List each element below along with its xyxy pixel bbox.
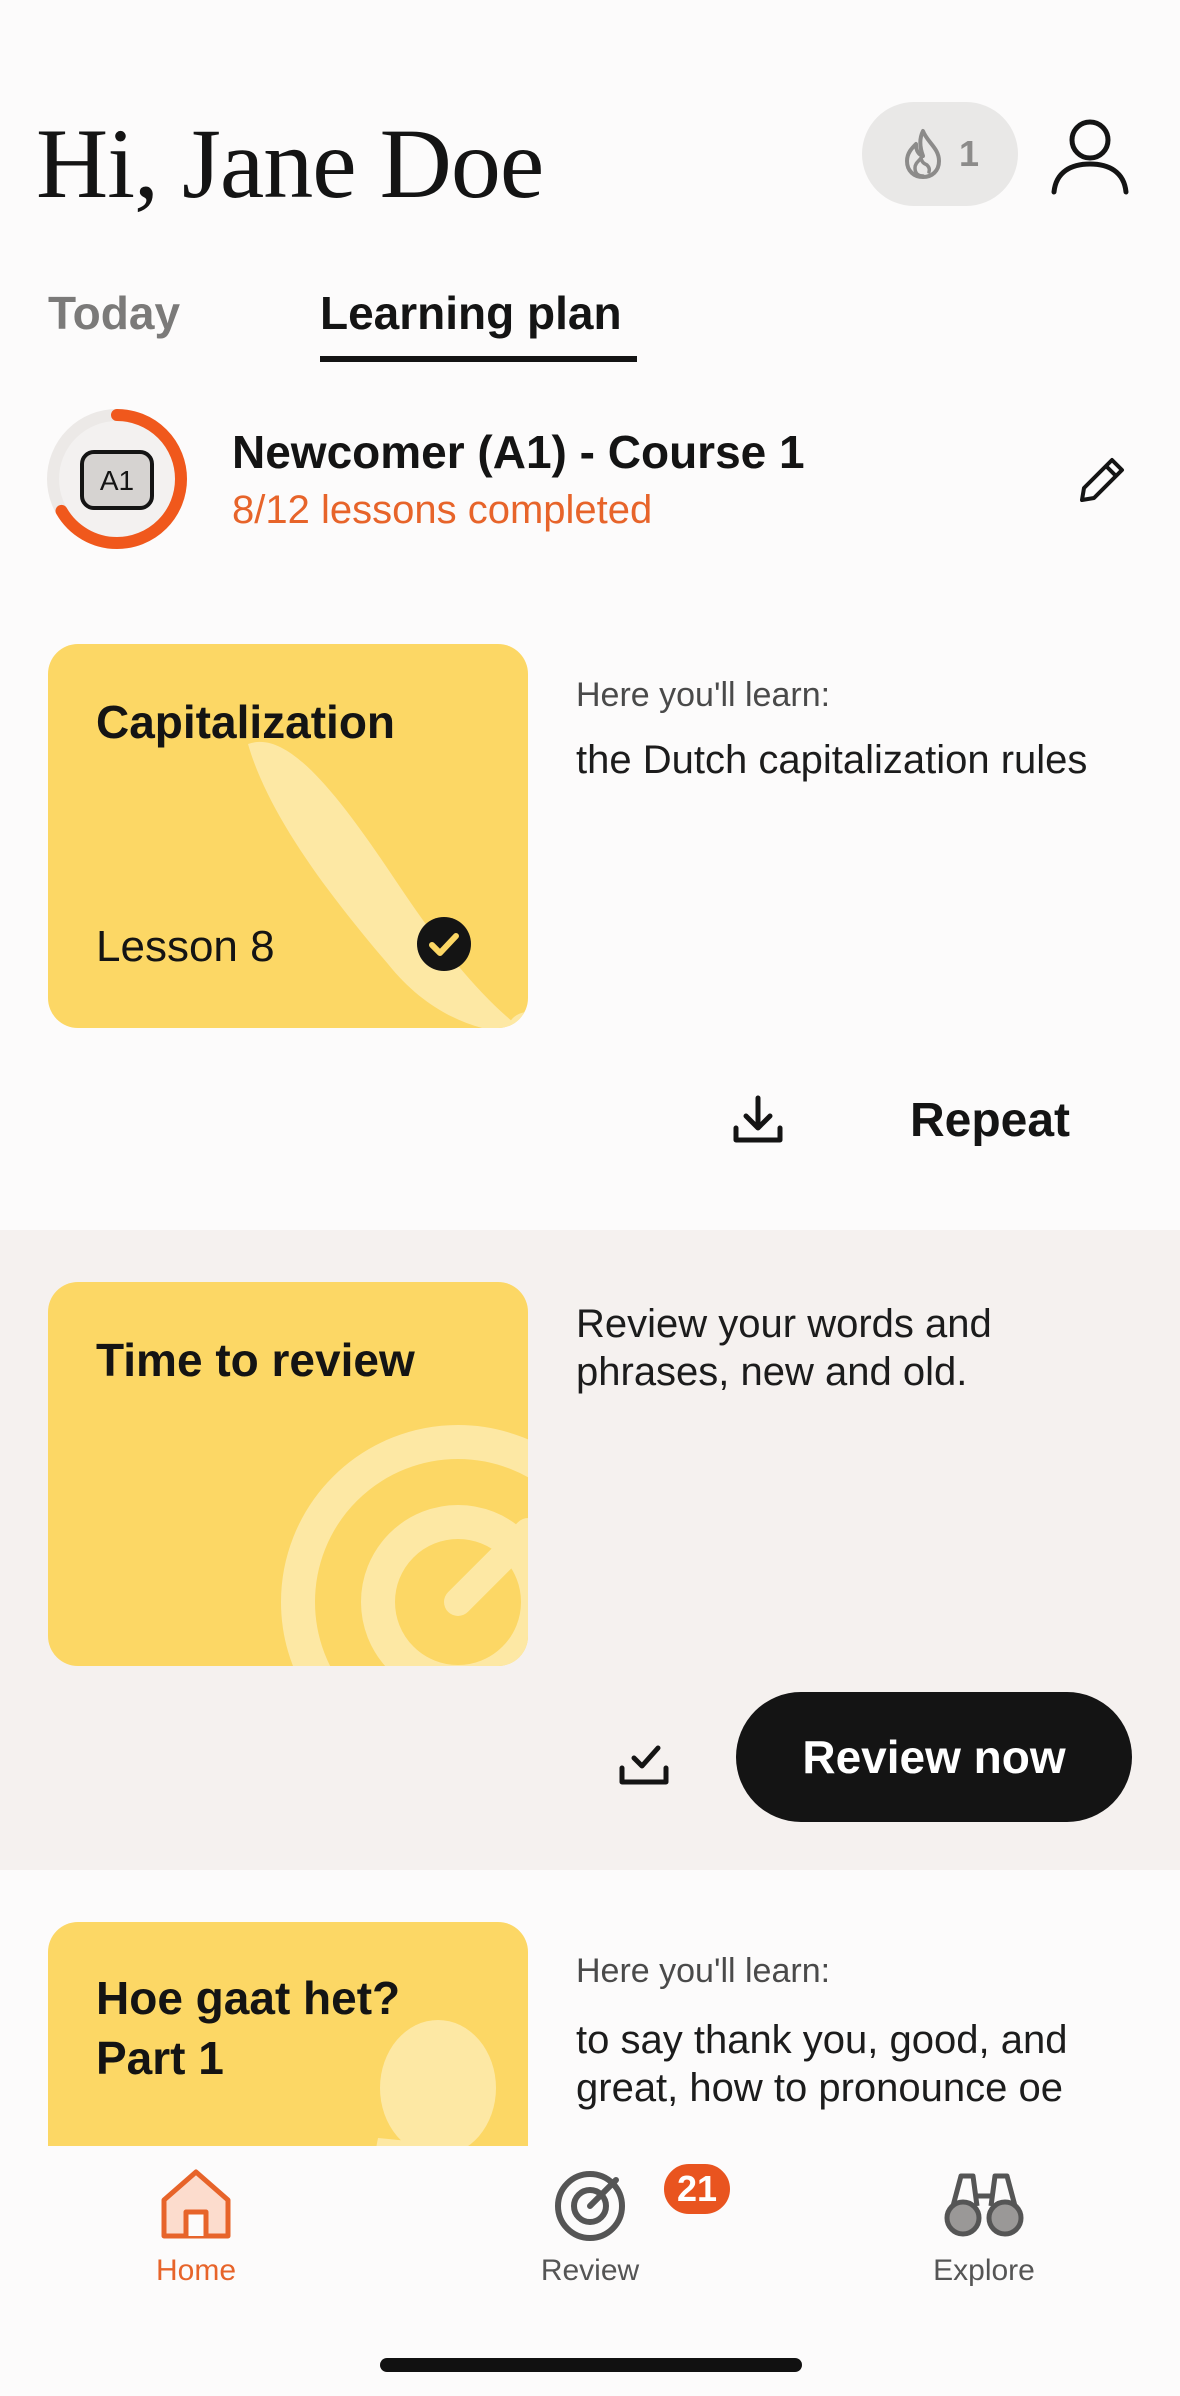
review-card[interactable]: Time to review: [48, 1282, 528, 1666]
course-progress-ring[interactable]: A1: [44, 406, 190, 552]
home-indicator: [380, 2358, 802, 2372]
active-tab-indicator: [320, 356, 637, 362]
review-now-button[interactable]: Review now: [736, 1692, 1132, 1822]
review-card-title: Time to review: [96, 1334, 415, 1386]
flame-icon: [904, 129, 941, 179]
nav-home-label: Home: [155, 2254, 237, 2287]
edit-course-button[interactable]: [1070, 448, 1134, 512]
learn-description: the Dutch capitalization rules: [576, 738, 1088, 782]
check-tray-icon: [619, 1745, 669, 1785]
course-title: Newcomer (A1) - Course 1: [232, 426, 805, 478]
nav-home[interactable]: Home: [96, 2166, 296, 2288]
lesson-title: Hoe gaat het? Part 1: [96, 1972, 401, 2084]
target-icon: [555, 2171, 625, 2241]
review-count-badge: 21: [660, 2160, 734, 2218]
course-progress-text: 8/12 lessons completed: [232, 488, 653, 532]
completed-check-icon: [417, 917, 471, 971]
streak-count: 1: [958, 133, 980, 174]
learn-label: Here you'll learn:: [576, 1952, 831, 1990]
learn-label: Here you'll learn:: [576, 676, 831, 714]
greeting-title: Hi, Jane Doe: [36, 108, 544, 219]
profile-button[interactable]: [1046, 112, 1134, 200]
home-icon: [161, 2169, 231, 2239]
level-badge-text: A1: [100, 465, 134, 496]
nav-review-label: Review: [540, 2254, 640, 2287]
nav-explore[interactable]: Explore: [884, 2166, 1084, 2288]
streak-button[interactable]: 1: [862, 102, 1018, 206]
nav-review[interactable]: 21 Review: [490, 2160, 734, 2288]
pencil-icon: [1080, 458, 1124, 502]
download-icon: [733, 1095, 783, 1143]
feather-illustration: [248, 742, 528, 1028]
tab-today[interactable]: Today: [48, 286, 180, 340]
download-button[interactable]: [726, 1088, 790, 1152]
lesson-number: Lesson 8: [96, 922, 275, 971]
lesson-card-capitalization[interactable]: Capitalization Lesson 8: [48, 644, 528, 1028]
target-illustration: [281, 1425, 528, 1666]
repeat-button[interactable]: Repeat: [880, 1080, 1100, 1160]
tab-learning-plan[interactable]: Learning plan: [320, 286, 622, 340]
learn-description: to say thank you, good, and great, how t…: [576, 2018, 1068, 2110]
binoculars-icon: [944, 2173, 1024, 2237]
mark-reviewed-button[interactable]: [612, 1730, 676, 1794]
lesson-title: Capitalization: [96, 696, 396, 748]
user-icon: [1051, 119, 1129, 195]
progress-ring-graphic: A1: [47, 409, 187, 549]
nav-explore-label: Explore: [933, 2254, 1035, 2287]
review-description: Review your words and phrases, new and o…: [576, 1302, 992, 1394]
